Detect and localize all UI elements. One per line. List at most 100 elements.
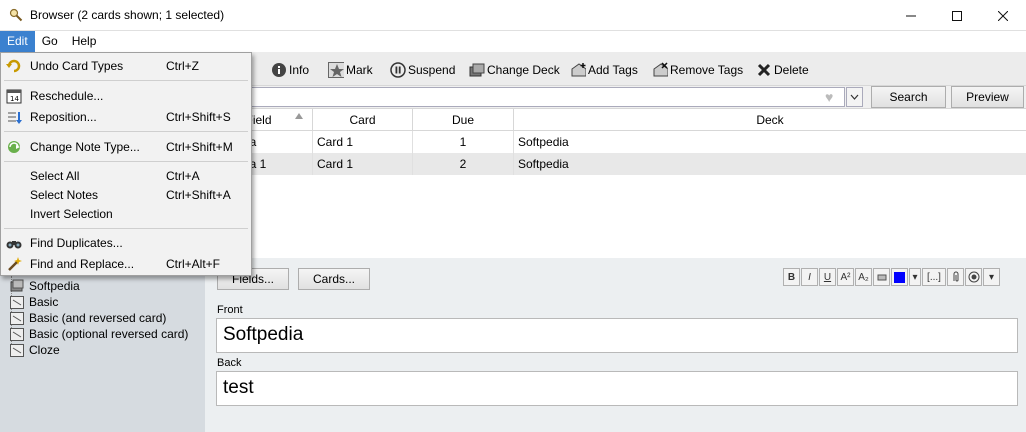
menu-help[interactable]: Help <box>65 31 104 52</box>
column-header-due[interactable]: Due <box>413 109 514 131</box>
suspend-button[interactable]: Suspend <box>390 60 455 80</box>
maximize-button[interactable] <box>934 0 980 31</box>
search-history-dropdown[interactable] <box>846 87 863 107</box>
bold-button[interactable]: B <box>783 268 800 286</box>
magnifier-icon <box>9 8 23 22</box>
sidebar-item-label: Softpedia <box>29 279 80 293</box>
svg-text:14: 14 <box>10 95 19 103</box>
record-button[interactable] <box>965 268 982 286</box>
search-button[interactable]: Search <box>871 86 946 108</box>
menu-item-find-duplicates[interactable]: Find Duplicates... <box>1 233 251 253</box>
remove-tags-button[interactable]: Remove Tags <box>652 60 743 80</box>
pause-icon <box>390 62 406 78</box>
front-field[interactable]: Softpedia <box>216 318 1018 353</box>
back-field[interactable]: test <box>216 371 1018 406</box>
info-icon <box>272 63 286 77</box>
menu-item-shortcut: Ctrl+Shift+S <box>166 110 231 124</box>
change-note-type-icon <box>8 141 20 153</box>
close-button[interactable] <box>980 0 1026 31</box>
add-tag-icon <box>571 63 586 77</box>
sidebar-item-basic[interactable]: Basic <box>10 294 58 310</box>
subscript-button[interactable]: A₂ <box>855 268 872 286</box>
menu-item-label: Reschedule... <box>30 89 104 103</box>
menu-item-select-all[interactable]: Select All Ctrl+A <box>1 166 251 186</box>
cloze-button[interactable]: [...] <box>922 268 946 286</box>
record-icon <box>968 271 979 283</box>
cell-deck: Softpedia <box>518 135 569 149</box>
column-header-deck[interactable]: Deck <box>514 109 1026 131</box>
favorite-heart-icon[interactable]: ♥ <box>825 89 833 105</box>
remove-tag-icon <box>653 62 668 77</box>
menu-item-label: Find Duplicates... <box>30 236 123 250</box>
menu-go[interactable]: Go <box>35 31 65 52</box>
deck-icon <box>469 63 485 77</box>
remove-tags-label: Remove Tags <box>670 63 744 77</box>
menu-item-shortcut: Ctrl+A <box>166 169 200 183</box>
search-input[interactable]: rrent <box>205 87 845 107</box>
mark-button[interactable]: Mark <box>328 60 373 80</box>
sidebar-item-basic-reversed[interactable]: Basic (and reversed card) <box>10 310 166 326</box>
change-deck-button[interactable]: Change Deck <box>469 60 560 80</box>
menu-item-undo-card-types[interactable]: Undo Card Types Ctrl+Z <box>1 56 251 76</box>
more-options-button[interactable]: ▾ <box>983 268 1000 286</box>
menu-item-shortcut: Ctrl+Shift+M <box>166 140 233 154</box>
menu-item-reschedule[interactable]: 14 Reschedule... <box>1 86 251 106</box>
italic-button[interactable]: I <box>801 268 818 286</box>
menu-item-shortcut: Ctrl+Z <box>166 59 199 73</box>
deck-icon <box>10 279 24 292</box>
cell-due: 1 <box>413 131 514 153</box>
front-label: Front <box>217 304 243 316</box>
delete-label: Delete <box>774 63 809 77</box>
info-button[interactable]: Info <box>271 60 309 80</box>
add-tags-label: Add Tags <box>588 63 638 77</box>
color-swatch-icon <box>894 271 905 283</box>
preview-button[interactable]: Preview <box>951 86 1024 108</box>
attach-button[interactable] <box>947 268 964 286</box>
color-dropdown-button[interactable]: ▾ <box>909 268 921 286</box>
sidebar-item-label: Cloze <box>29 343 60 357</box>
chevron-down-icon <box>850 94 859 100</box>
menu-item-label: Invert Selection <box>30 207 113 221</box>
info-label: Info <box>289 63 310 77</box>
undo-icon <box>6 59 21 73</box>
menu-separator <box>4 228 248 229</box>
cell-due: 2 <box>413 153 514 175</box>
menu-item-change-note-type[interactable]: Change Note Type... Ctrl+Shift+M <box>1 137 251 157</box>
maximize-icon <box>952 10 962 21</box>
sidebar-item-cloze[interactable]: Cloze <box>10 342 60 358</box>
sidebar-item-softpedia[interactable]: Softpedia <box>10 278 80 294</box>
text-color-button[interactable] <box>891 268 908 286</box>
format-toolbar: B I U A² A₂ ▾ [...] ▾ <box>783 268 1000 286</box>
note-type-icon <box>10 327 24 341</box>
menu-item-reposition[interactable]: Reposition... Ctrl+Shift+S <box>1 107 251 127</box>
menu-separator <box>4 80 248 81</box>
change-deck-label: Change Deck <box>487 63 560 77</box>
menu-item-shortcut: Ctrl+Shift+A <box>166 188 231 202</box>
edit-menu-dropdown: Undo Card Types Ctrl+Z 14 Reschedule... … <box>0 52 252 276</box>
calendar-icon: 14 <box>6 89 22 104</box>
menu-edit[interactable]: Edit <box>0 31 35 52</box>
note-type-icon <box>10 295 24 309</box>
table-row[interactable]: ia 1 Card 1 2 Softpedia <box>205 153 1026 175</box>
delete-button[interactable]: Delete <box>756 60 809 80</box>
column-header-card[interactable]: Card <box>313 109 413 131</box>
menu-item-select-notes[interactable]: Select Notes Ctrl+Shift+A <box>1 185 251 205</box>
cards-button[interactable]: Cards... <box>298 268 370 290</box>
underline-button[interactable]: U <box>819 268 836 286</box>
clear-format-button[interactable] <box>873 268 890 286</box>
menu-item-label: Change Note Type... <box>30 140 140 154</box>
menu-item-label: Select All <box>30 169 80 183</box>
eraser-icon <box>877 274 886 281</box>
menu-item-invert-selection[interactable]: Invert Selection <box>1 204 251 224</box>
sidebar-item-basic-optional-reversed[interactable]: Basic (optional reversed card) <box>10 326 188 342</box>
superscript-button[interactable]: A² <box>837 268 854 286</box>
menu-item-label: Undo Card Types <box>30 59 124 73</box>
cell-deck: Softpedia <box>518 157 569 171</box>
binoculars-icon <box>6 241 22 249</box>
reposition-icon <box>8 112 22 124</box>
table-row[interactable]: ia Card 1 1 Softpedia <box>205 131 1026 153</box>
suspend-label: Suspend <box>408 63 456 77</box>
menu-item-find-and-replace[interactable]: Find and Replace... Ctrl+Alt+F <box>1 254 251 274</box>
minimize-button[interactable] <box>888 0 934 31</box>
add-tags-button[interactable]: Add Tags <box>570 60 638 80</box>
